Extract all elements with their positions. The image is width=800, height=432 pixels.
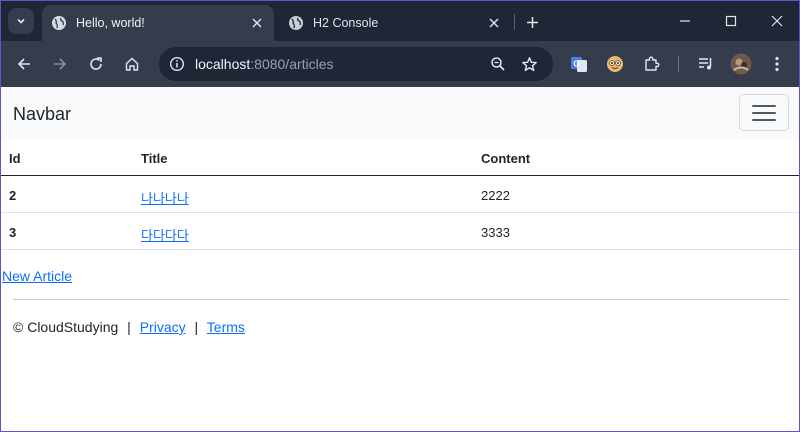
profile-avatar[interactable]	[730, 53, 752, 75]
extensions-puzzle-icon[interactable]	[641, 53, 663, 75]
new-tab-button[interactable]	[520, 10, 544, 34]
home-button[interactable]	[119, 51, 145, 77]
cell-title: 나나나나	[141, 188, 189, 207]
browser-toolbar: localhost:8080/articles G	[1, 41, 799, 87]
home-icon	[125, 57, 139, 71]
hamburger-menu-icon	[752, 104, 776, 121]
cell-id: 3	[9, 225, 17, 240]
globe-icon	[289, 16, 303, 30]
privacy-link[interactable]: Privacy	[140, 319, 186, 335]
cell-title: 다다다다	[141, 225, 189, 244]
svg-text:G: G	[573, 60, 579, 69]
cell-id: 2	[9, 188, 17, 203]
tab-title: Hello, world!	[76, 16, 145, 30]
plus-icon	[526, 16, 538, 28]
cell-content: 3333	[481, 225, 510, 240]
article-title-link[interactable]: 다다다다	[141, 229, 189, 244]
tab-title: H2 Console	[313, 16, 379, 30]
toolbar-separator	[678, 56, 679, 72]
navbar-brand[interactable]: Navbar	[13, 104, 71, 125]
minimize-button[interactable]	[662, 1, 708, 41]
extension-face-icon[interactable]	[604, 53, 626, 75]
url-path: :8080/articles	[250, 56, 334, 72]
navbar-toggler-button[interactable]	[739, 94, 789, 131]
tab-hello-world[interactable]: Hello, world!	[42, 5, 274, 41]
arrow-right-icon	[54, 58, 67, 70]
globe-icon	[52, 16, 66, 30]
article-title-link[interactable]: 나나나나	[141, 192, 189, 207]
chevron-down-icon	[17, 18, 25, 24]
browser-menu-icon[interactable]	[766, 53, 788, 75]
maximize-button[interactable]	[708, 1, 754, 41]
translate-extension-icon[interactable]: G	[568, 53, 590, 75]
page-content: Navbar Id Title Content 2 나나나나 2222 3 다다…	[1, 87, 799, 431]
media-control-icon[interactable]	[695, 53, 717, 75]
reload-icon	[90, 57, 102, 70]
bookmark-star-icon[interactable]	[517, 52, 541, 76]
header-title: Title	[141, 151, 168, 166]
url-text: localhost:8080/articles	[195, 56, 334, 72]
minimize-icon	[680, 20, 690, 22]
close-window-button[interactable]	[754, 1, 800, 41]
header-content: Content	[481, 151, 531, 166]
address-bar[interactable]: localhost:8080/articles	[159, 47, 553, 81]
footer-separator: |	[194, 319, 199, 335]
reload-button[interactable]	[83, 51, 109, 77]
forward-button[interactable]	[47, 51, 73, 77]
table-row: 2 나나나나 2222	[1, 176, 799, 213]
footer: © CloudStudying | Privacy | Terms	[13, 319, 245, 335]
maximize-icon	[725, 15, 737, 27]
close-tab-icon[interactable]	[246, 12, 268, 34]
tab-separator	[514, 14, 515, 30]
back-button[interactable]	[11, 51, 37, 77]
copyright-text: © CloudStudying	[13, 319, 119, 335]
header-id: Id	[9, 151, 21, 166]
table-header-row: Id Title Content	[1, 139, 799, 176]
terms-link[interactable]: Terms	[207, 319, 245, 335]
navbar: Navbar	[1, 87, 799, 139]
tab-strip: Hello, world! H2 Console	[1, 1, 799, 41]
close-icon	[771, 15, 783, 27]
tab-h2-console[interactable]: H2 Console	[279, 5, 511, 41]
site-info-icon[interactable]	[165, 52, 189, 76]
footer-divider	[13, 299, 789, 300]
articles-table: Id Title Content 2 나나나나 2222 3 다다다다 3333	[1, 139, 799, 250]
zoom-icon[interactable]	[486, 52, 510, 76]
arrow-left-icon	[17, 58, 30, 70]
footer-separator: |	[127, 319, 131, 335]
url-host: localhost	[195, 56, 251, 72]
table-row: 3 다다다다 3333	[1, 213, 799, 250]
close-tab-icon[interactable]	[483, 12, 505, 34]
cell-content: 2222	[481, 188, 510, 203]
new-article-link[interactable]: New Article	[2, 268, 72, 284]
tab-search-button[interactable]	[8, 8, 34, 34]
